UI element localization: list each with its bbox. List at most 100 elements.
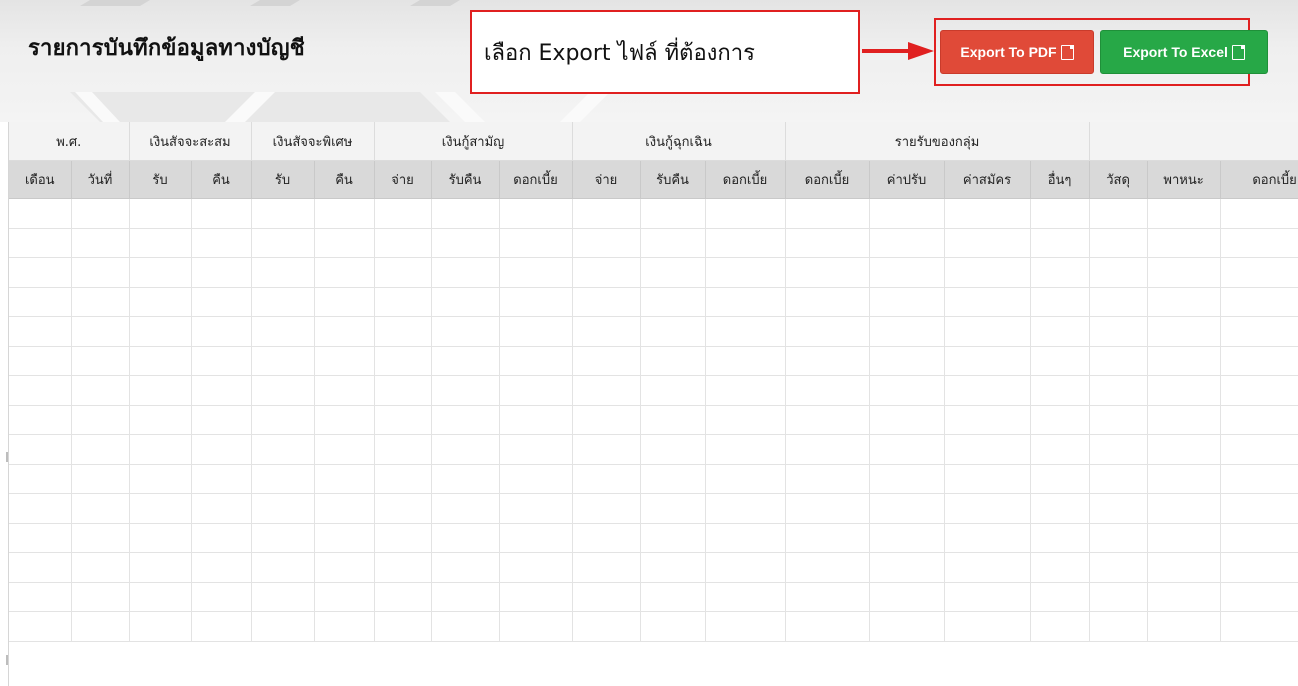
table-cell[interactable] — [251, 523, 315, 553]
table-cell[interactable] — [1089, 346, 1148, 376]
table-cell[interactable] — [705, 257, 786, 288]
table-cell[interactable] — [9, 316, 72, 347]
column-header[interactable]: จ่าย — [572, 160, 641, 199]
table-cell[interactable] — [705, 287, 786, 317]
table-cell[interactable] — [1030, 493, 1090, 524]
table-cell[interactable] — [705, 493, 786, 524]
table-cell[interactable] — [1030, 523, 1090, 553]
table-cell[interactable] — [1030, 552, 1090, 583]
table-cell[interactable] — [1147, 316, 1221, 347]
table-cell[interactable] — [431, 257, 500, 288]
table-cell[interactable] — [705, 552, 786, 583]
table-cell[interactable] — [1220, 523, 1298, 553]
table-cell[interactable] — [1089, 523, 1148, 553]
table-cell[interactable] — [374, 611, 432, 642]
table-cell[interactable] — [785, 611, 870, 642]
table-cell[interactable] — [1220, 611, 1298, 642]
table-cell[interactable] — [314, 346, 375, 376]
table-cell[interactable] — [1220, 198, 1298, 229]
table-cell[interactable] — [251, 346, 315, 376]
table-cell[interactable] — [314, 434, 375, 465]
table-cell[interactable] — [1220, 375, 1298, 406]
table-cell[interactable] — [251, 228, 315, 258]
table-cell[interactable] — [869, 316, 945, 347]
table-cell[interactable] — [71, 228, 130, 258]
table-cell[interactable] — [640, 316, 706, 347]
table-cell[interactable] — [640, 375, 706, 406]
table-cell[interactable] — [869, 198, 945, 229]
table-cell[interactable] — [1220, 228, 1298, 258]
table-cell[interactable] — [572, 523, 641, 553]
table-cell[interactable] — [499, 346, 573, 376]
table-cell[interactable] — [785, 552, 870, 583]
column-header[interactable]: รับคืน — [431, 160, 500, 199]
table-cell[interactable] — [431, 434, 500, 465]
table-cell[interactable] — [71, 346, 130, 376]
table-cell[interactable] — [1147, 198, 1221, 229]
table-cell[interactable] — [705, 375, 786, 406]
table-cell[interactable] — [1220, 434, 1298, 465]
table-cell[interactable] — [431, 582, 500, 612]
table-cell[interactable] — [129, 375, 192, 406]
table-cell[interactable] — [129, 316, 192, 347]
table-cell[interactable] — [431, 493, 500, 524]
table-cell[interactable] — [431, 552, 500, 583]
table-cell[interactable] — [785, 287, 870, 317]
table-cell[interactable] — [431, 611, 500, 642]
table-cell[interactable] — [1147, 405, 1221, 435]
table-cell[interactable] — [431, 316, 500, 347]
table-cell[interactable] — [499, 405, 573, 435]
table-cell[interactable] — [374, 464, 432, 494]
table-cell[interactable] — [572, 287, 641, 317]
table-cell[interactable] — [944, 582, 1031, 612]
table-cell[interactable] — [431, 405, 500, 435]
table-cell[interactable] — [1030, 611, 1090, 642]
table-cell[interactable] — [1030, 464, 1090, 494]
column-header[interactable]: คืน — [191, 160, 252, 199]
table-cell[interactable] — [869, 228, 945, 258]
column-header[interactable]: ดอกเบี้ย — [1220, 160, 1298, 199]
table-cell[interactable] — [9, 523, 72, 553]
table-cell[interactable] — [1089, 287, 1148, 317]
table-cell[interactable] — [499, 198, 573, 229]
table-cell[interactable] — [129, 523, 192, 553]
table-cell[interactable] — [191, 582, 252, 612]
table-cell[interactable] — [129, 287, 192, 317]
table-cell[interactable] — [869, 611, 945, 642]
table-cell[interactable] — [640, 405, 706, 435]
table-cell[interactable] — [640, 257, 706, 288]
table-cell[interactable] — [374, 228, 432, 258]
table-cell[interactable] — [1220, 552, 1298, 583]
table-cell[interactable] — [1220, 316, 1298, 347]
table-cell[interactable] — [251, 611, 315, 642]
table-cell[interactable] — [191, 198, 252, 229]
table-cell[interactable] — [9, 611, 72, 642]
table-cell[interactable] — [129, 434, 192, 465]
table-cell[interactable] — [572, 464, 641, 494]
table-cell[interactable] — [705, 523, 786, 553]
table-cell[interactable] — [640, 228, 706, 258]
table-cell[interactable] — [640, 464, 706, 494]
table-cell[interactable] — [191, 493, 252, 524]
table-cell[interactable] — [9, 228, 72, 258]
table-cell[interactable] — [251, 582, 315, 612]
table-cell[interactable] — [785, 346, 870, 376]
table-cell[interactable] — [1089, 493, 1148, 524]
table-cell[interactable] — [640, 287, 706, 317]
table-cell[interactable] — [1030, 257, 1090, 288]
table-cell[interactable] — [191, 405, 252, 435]
table-cell[interactable] — [71, 611, 130, 642]
table-cell[interactable] — [572, 257, 641, 288]
table-cell[interactable] — [499, 228, 573, 258]
table-cell[interactable] — [191, 375, 252, 406]
table-cell[interactable] — [314, 552, 375, 583]
table-cell[interactable] — [1089, 582, 1148, 612]
table-cell[interactable] — [572, 552, 641, 583]
table-cell[interactable] — [705, 434, 786, 465]
table-cell[interactable] — [1089, 257, 1148, 288]
column-header[interactable]: ดอกเบี้ย — [785, 160, 870, 199]
table-cell[interactable] — [785, 228, 870, 258]
table-cell[interactable] — [705, 464, 786, 494]
table-cell[interactable] — [869, 523, 945, 553]
table-cell[interactable] — [71, 552, 130, 583]
